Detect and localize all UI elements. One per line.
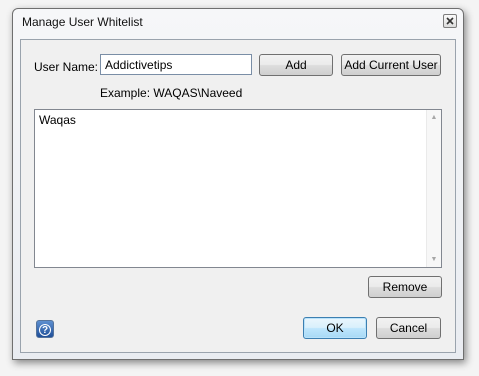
scroll-down-arrow-icon[interactable]: ▼: [427, 252, 441, 267]
add-button[interactable]: Add: [259, 54, 333, 76]
cancel-button[interactable]: Cancel: [376, 317, 441, 339]
window-title: Manage User Whitelist: [22, 15, 143, 29]
remove-button[interactable]: Remove: [368, 276, 442, 298]
user-name-input[interactable]: [100, 54, 252, 75]
dialog-content: User Name: Add Add Current User Example:…: [20, 39, 456, 353]
help-symbol: ?: [39, 324, 51, 336]
vertical-scrollbar[interactable]: ▲ ▼: [426, 110, 441, 267]
title-bar[interactable]: Manage User Whitelist: [13, 9, 463, 35]
close-icon: [446, 17, 454, 25]
example-hint: Example: WAQAS\Naveed: [100, 86, 243, 100]
list-item[interactable]: Waqas: [39, 113, 76, 127]
whitelist-listbox[interactable]: Waqas ▲ ▼: [34, 109, 442, 268]
close-button[interactable]: [443, 14, 457, 28]
user-name-label: User Name:: [34, 60, 99, 74]
add-current-user-button[interactable]: Add Current User: [341, 54, 441, 76]
dialog-window: Manage User Whitelist User Name: Add Add…: [12, 8, 464, 360]
scroll-up-arrow-icon[interactable]: ▲: [427, 110, 441, 125]
ok-button[interactable]: OK: [303, 317, 367, 339]
help-icon[interactable]: ?: [36, 320, 54, 338]
